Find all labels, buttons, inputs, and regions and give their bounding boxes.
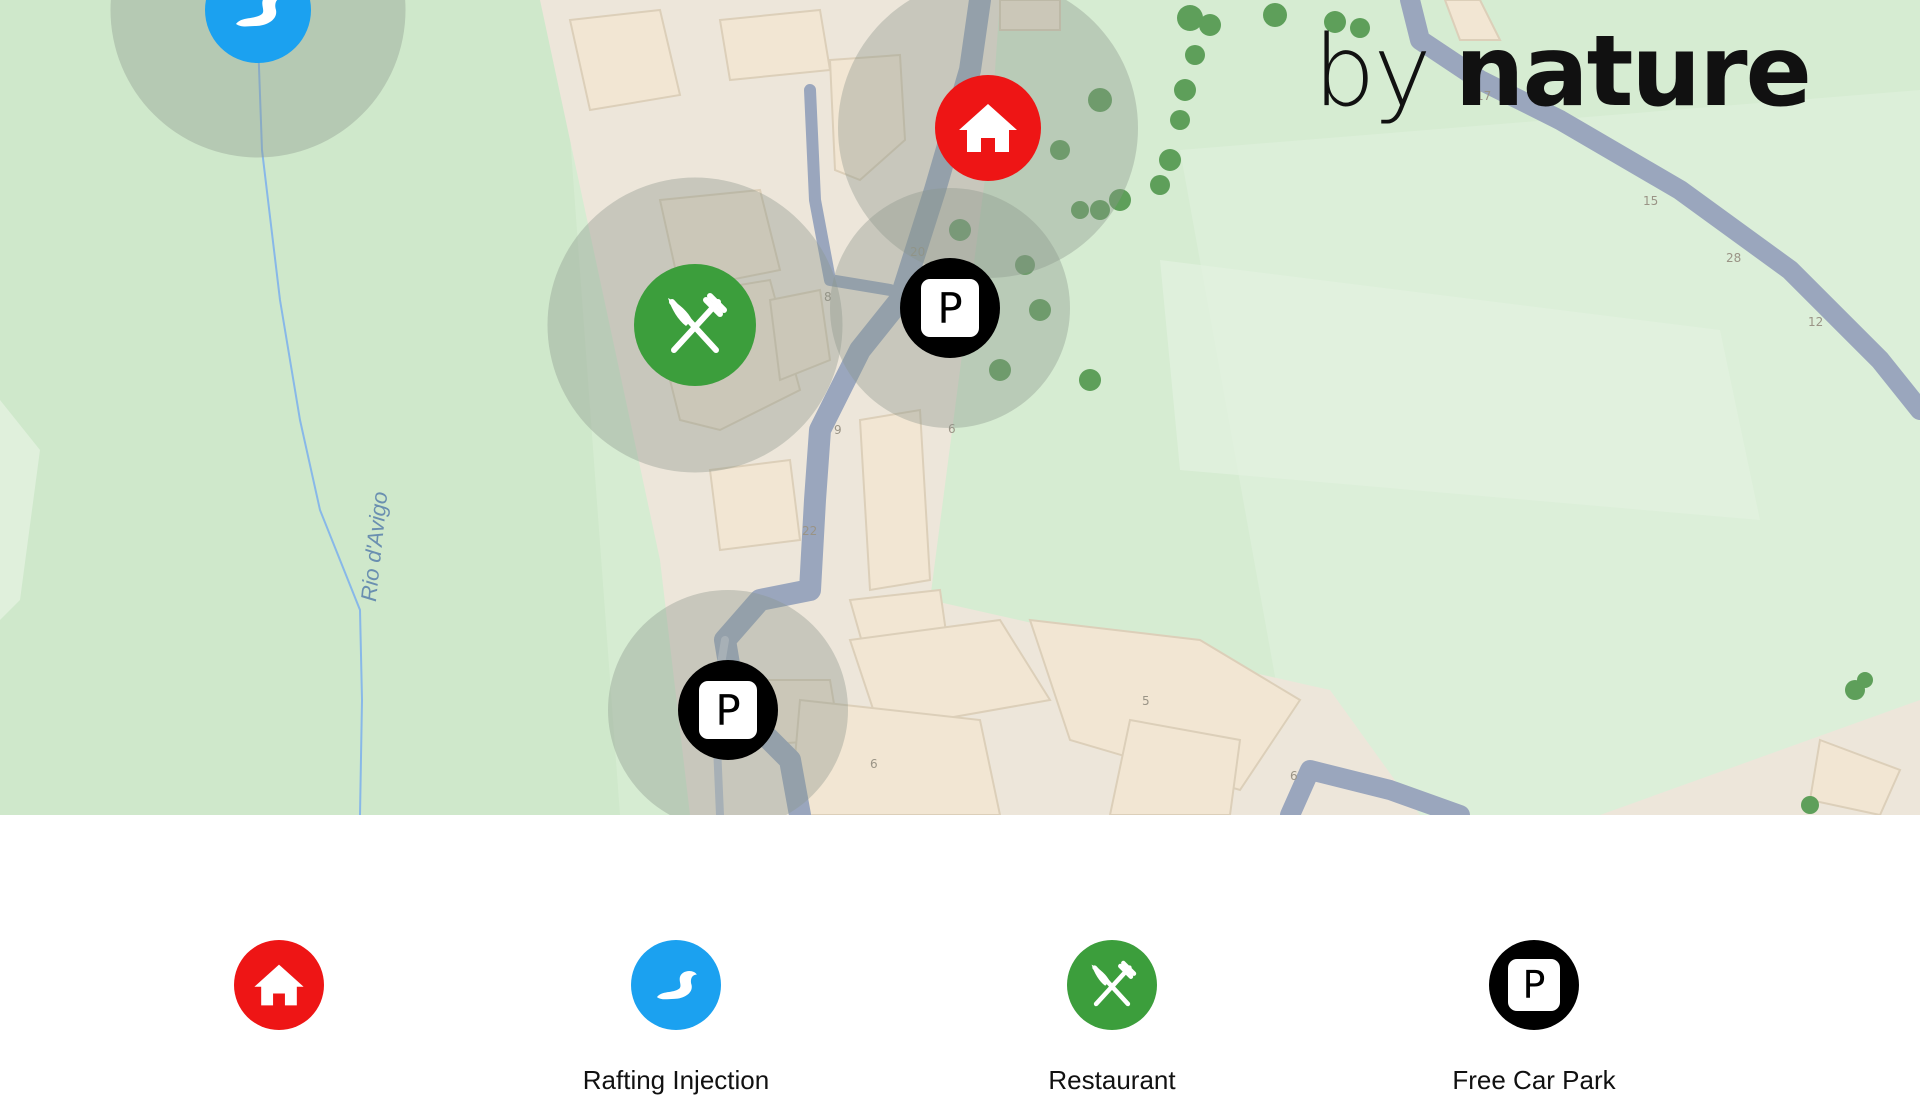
home-marker (234, 940, 324, 1030)
parking-icon: P (921, 279, 979, 337)
fork-knife-icon (668, 293, 727, 353)
legend-label: Restaurant (1048, 1065, 1176, 1095)
parking-icon: P (1508, 959, 1560, 1011)
parking-marker: P (1489, 940, 1579, 1030)
svg-text:12: 12 (1808, 315, 1823, 329)
svg-text:9: 9 (834, 423, 842, 437)
map-view[interactable]: 17 15 28 12 20 8 9 6 22 566 Rio d'Avigo P P by… (0, 0, 1920, 815)
svg-text:28: 28 (1726, 251, 1741, 265)
svg-text:6: 6 (1290, 769, 1298, 783)
svg-text:15: 15 (1643, 194, 1658, 208)
home-icon (959, 104, 1017, 152)
legend: Rafting Injection Restaurant P Free Car … (0, 815, 1920, 1095)
legend-label: Free Car Park (1452, 1065, 1616, 1095)
svg-text:22: 22 (802, 524, 817, 538)
home-icon (254, 964, 304, 1006)
brand-logo: by nature (1313, 15, 1812, 129)
legend-item-home[interactable] (129, 940, 429, 1030)
home-marker[interactable] (935, 75, 1041, 181)
restaurant-marker[interactable] (634, 264, 756, 386)
svg-text:5: 5 (1142, 694, 1150, 708)
fork-knife-icon (1091, 960, 1137, 1007)
river-icon (236, 0, 278, 27)
svg-text:6: 6 (870, 757, 878, 771)
restaurant-marker (1067, 940, 1157, 1030)
parking-marker[interactable]: P (678, 660, 778, 760)
parking-marker[interactable]: P (900, 258, 1000, 358)
legend-item-parking[interactable]: P Free Car Park (1384, 940, 1684, 1095)
legend-item-restaurant[interactable]: Restaurant (962, 940, 1262, 1095)
legend-item-rafting[interactable]: Rafting Injection (526, 940, 826, 1095)
river-icon (656, 970, 697, 1000)
legend-label: Rafting Injection (582, 1065, 770, 1095)
parking-icon: P (699, 681, 757, 739)
rafting-marker (631, 940, 721, 1030)
